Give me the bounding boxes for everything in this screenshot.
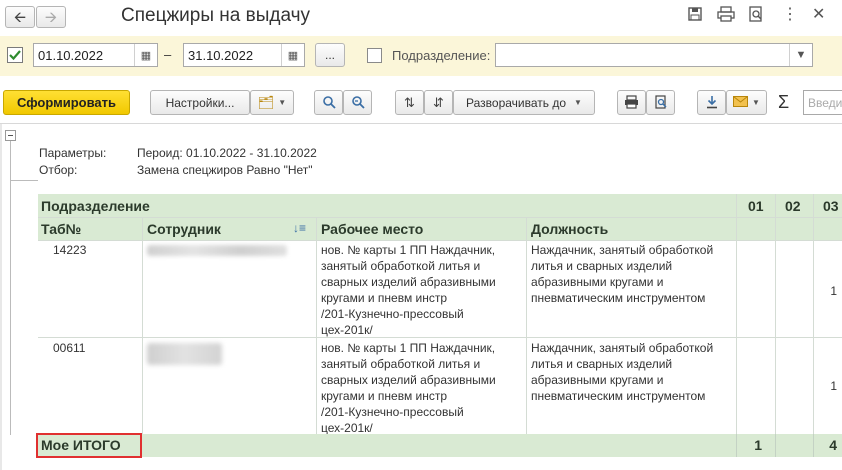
sort-ascending-icon: ⇅ bbox=[404, 95, 415, 110]
send-email-button[interactable]: ▼ bbox=[726, 90, 767, 115]
find-button[interactable] bbox=[314, 90, 343, 115]
report-left-gutter bbox=[0, 124, 2, 470]
table-row-1-employee-blurred bbox=[147, 245, 287, 256]
sort-asc-button[interactable]: ⇅ bbox=[395, 90, 424, 115]
total-day-01: 1 bbox=[754, 437, 762, 453]
table-row-1-workplace: нов. № карты 1 ПП Наждачник, занятый обр… bbox=[321, 243, 496, 337]
chevron-down-icon: ▼ bbox=[752, 97, 760, 107]
col-divider-6 bbox=[813, 194, 814, 457]
collapse-group-icon[interactable] bbox=[5, 130, 16, 141]
table-row-2-position: Наждачник, занятый обработкой литья и св… bbox=[531, 341, 714, 403]
chevron-down-icon: ▼ bbox=[278, 97, 287, 107]
column-header-employee[interactable]: Сотрудник bbox=[147, 221, 221, 237]
filter-value: Замена спецжиров Равно "Нет" bbox=[137, 163, 313, 177]
search-icon bbox=[322, 95, 336, 111]
column-header-day-03[interactable]: 03 bbox=[823, 198, 839, 214]
subdivision-select[interactable]: ▼ bbox=[495, 43, 813, 67]
column-header-tab-no[interactable]: Таб№ bbox=[41, 221, 81, 237]
date-to-value: 31.10.2022 bbox=[188, 47, 254, 63]
download-icon bbox=[705, 95, 719, 111]
col-divider-4 bbox=[736, 194, 737, 457]
outline-line bbox=[10, 141, 11, 435]
total-col-divider-5 bbox=[775, 434, 776, 457]
col-divider-1 bbox=[142, 217, 143, 434]
expand-to-button[interactable]: Разворачивать до ▼ bbox=[453, 90, 595, 115]
table-row-2-workplace: нов. № карты 1 ПП Наждачник, занятый обр… bbox=[321, 341, 496, 435]
arrow-left-icon: 🡨 bbox=[13, 8, 27, 26]
find-next-button[interactable] bbox=[343, 90, 372, 115]
preview-button[interactable] bbox=[646, 90, 675, 115]
envelope-icon bbox=[733, 96, 749, 109]
sort-desc-button[interactable]: ⇵ bbox=[424, 90, 453, 115]
params-label: Параметры: bbox=[39, 146, 107, 160]
chevron-down-icon[interactable]: ▼ bbox=[789, 44, 812, 66]
column-header-workplace[interactable]: Рабочее место bbox=[321, 221, 423, 237]
sum-icon[interactable]: Σ bbox=[778, 92, 789, 113]
total-row-band bbox=[38, 434, 842, 457]
generate-button[interactable]: Сформировать bbox=[3, 90, 130, 115]
print-button[interactable] bbox=[617, 90, 646, 115]
report-variant-icon: 🗂 bbox=[257, 95, 275, 110]
header-row-divider bbox=[38, 217, 842, 218]
total-day-03: 4 bbox=[829, 437, 837, 453]
quick-search-placeholder: Введи bbox=[808, 96, 842, 110]
print-icon[interactable] bbox=[717, 6, 735, 22]
sort-descending-icon: ⇵ bbox=[433, 95, 444, 110]
total-col-divider-6 bbox=[813, 434, 814, 457]
forward-button[interactable]: 🡪 bbox=[36, 6, 66, 28]
table-row-1-day-03: 1 bbox=[830, 284, 837, 298]
header-bottom-divider bbox=[38, 240, 842, 241]
chevron-down-icon: ▼ bbox=[574, 97, 582, 107]
generate-button-label: Сформировать bbox=[16, 95, 117, 110]
date-separator: – bbox=[164, 47, 172, 62]
preview-icon[interactable] bbox=[748, 6, 764, 22]
table-row-2-day-03: 1 bbox=[830, 379, 837, 393]
settings-button[interactable]: Настройки... bbox=[150, 90, 250, 115]
more-menu-icon[interactable]: ⋮ bbox=[782, 4, 798, 24]
table-row-1-position: Наждачник, занятый обработкой литья и св… bbox=[531, 243, 714, 305]
calendar-icon[interactable]: ▦ bbox=[281, 44, 304, 66]
col-divider-2 bbox=[316, 217, 317, 434]
period-select-label: ... bbox=[324, 48, 335, 62]
params-value: Пероид: 01.10.2022 - 31.10.2022 bbox=[137, 146, 317, 160]
column-header-day-01[interactable]: 01 bbox=[748, 198, 764, 214]
calendar-icon[interactable]: ▦ bbox=[134, 44, 157, 66]
date-from-value: 01.10.2022 bbox=[38, 47, 104, 63]
subdivision-label: Подразделение: bbox=[392, 48, 491, 63]
close-icon[interactable]: ✕ bbox=[812, 4, 825, 24]
filter-label: Отбор: bbox=[39, 163, 78, 177]
col-divider-5 bbox=[775, 194, 776, 457]
window-title: Спецжиры на выдачу bbox=[121, 5, 311, 26]
column-header-day-02[interactable]: 02 bbox=[785, 198, 801, 214]
period-checkbox[interactable] bbox=[7, 47, 23, 63]
table-row-2-tab-no: 00611 bbox=[53, 341, 86, 355]
arrow-right-icon: 🡪 bbox=[44, 8, 58, 26]
total-label: Мое ИТОГО bbox=[41, 437, 121, 453]
preview-icon bbox=[654, 94, 668, 111]
table-row-2-employee-blurred bbox=[147, 343, 222, 365]
search-next-icon bbox=[351, 95, 365, 111]
quick-search-input[interactable]: Введи bbox=[803, 90, 842, 115]
table-row-1-tab-no: 14223 bbox=[53, 243, 87, 257]
save-file-button[interactable] bbox=[697, 90, 726, 115]
print-icon bbox=[624, 94, 639, 111]
total-col-divider-4 bbox=[736, 434, 737, 457]
subdivision-checkbox[interactable] bbox=[367, 48, 382, 63]
date-from-field[interactable]: 01.10.2022 ▦ bbox=[33, 43, 158, 67]
date-to-field[interactable]: 31.10.2022 ▦ bbox=[183, 43, 305, 67]
variants-button[interactable]: 🗂 ▼ bbox=[250, 90, 294, 115]
back-button[interactable]: 🡨 bbox=[5, 6, 35, 28]
sort-indicator-icon[interactable]: ↓≡ bbox=[293, 221, 306, 235]
save-icon[interactable] bbox=[687, 6, 703, 22]
column-header-subdivision[interactable]: Подразделение bbox=[41, 198, 150, 214]
expand-to-label: Разворачивать до bbox=[466, 95, 567, 110]
col-divider-3 bbox=[526, 217, 527, 434]
column-header-position[interactable]: Должность bbox=[531, 221, 608, 237]
period-select-button[interactable]: ... bbox=[315, 43, 345, 67]
outline-line-top bbox=[10, 180, 38, 181]
toolbar-separator bbox=[0, 123, 842, 124]
settings-button-label: Настройки... bbox=[165, 95, 235, 110]
